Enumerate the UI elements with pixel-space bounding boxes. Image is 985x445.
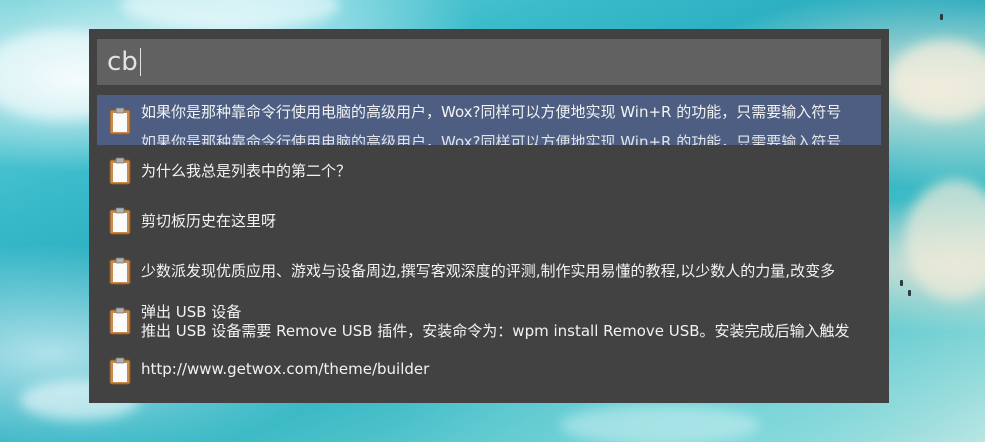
clipboard-icon xyxy=(109,107,131,135)
result-item[interactable]: 如果你是那种靠命令行使用电脑的高级用户，Wox?同样可以方便地实现 Win+R … xyxy=(97,95,881,145)
wallpaper-foam xyxy=(905,180,985,300)
clipboard-icon xyxy=(109,207,131,235)
wallpaper-foam xyxy=(120,0,340,30)
result-item[interactable]: 剪切板历史在这里呀 xyxy=(97,195,881,245)
wallpaper-foam xyxy=(890,40,985,120)
result-title: http://www.getwox.com/theme/builder xyxy=(141,360,430,378)
search-input[interactable]: cb xyxy=(97,39,881,85)
results-list: 如果你是那种靠命令行使用电脑的高级用户，Wox?同样可以方便地实现 Win+R … xyxy=(97,95,881,395)
result-item[interactable]: http://www.getwox.com/theme/builder xyxy=(97,345,881,395)
result-title: 为什么我总是列表中的第二个？ xyxy=(141,162,352,180)
wallpaper-foam xyxy=(560,405,760,445)
result-title: 弹出 USB 设备 xyxy=(141,303,242,321)
result-subtitle: 推出 USB 设备需要 Remove USB 插件，安装命令为：wpm inst… xyxy=(141,322,850,340)
clipboard-icon xyxy=(109,357,131,385)
clipboard-icon xyxy=(109,157,131,185)
result-title: 如果你是那种靠命令行使用电脑的高级用户，Wox?同样可以方便地实现 Win+R … xyxy=(141,103,842,121)
beach-person xyxy=(908,290,911,296)
clipboard-icon xyxy=(109,257,131,285)
result-title: 剪切板历史在这里呀 xyxy=(141,212,277,230)
result-item[interactable]: 弹出 USB 设备 推出 USB 设备需要 Remove USB 插件，安装命令… xyxy=(97,295,881,345)
search-query-text[interactable]: cb xyxy=(107,49,138,75)
text-caret xyxy=(139,48,141,76)
result-item[interactable]: 少数派发现优质应用、游戏与设备周边,撰写客观深度的评测,制作实用易懂的教程,以少… xyxy=(97,245,881,295)
beach-person xyxy=(900,280,903,286)
result-title: 少数派发现优质应用、游戏与设备周边,撰写客观深度的评测,制作实用易懂的教程,以少… xyxy=(141,262,836,280)
result-item[interactable]: 为什么我总是列表中的第二个？ xyxy=(97,145,881,195)
wox-launcher-window: cb 如果你是那种靠命令行使用电脑的高级用户，Wox?同样可以方便地实现 Win… xyxy=(89,29,889,403)
result-overflow-text: 如果你是那种靠命令行使用电脑的高级用户，Wox?同样可以方便地实现 Win+R … xyxy=(141,133,842,145)
beach-person xyxy=(940,14,943,20)
clipboard-icon xyxy=(109,307,131,335)
